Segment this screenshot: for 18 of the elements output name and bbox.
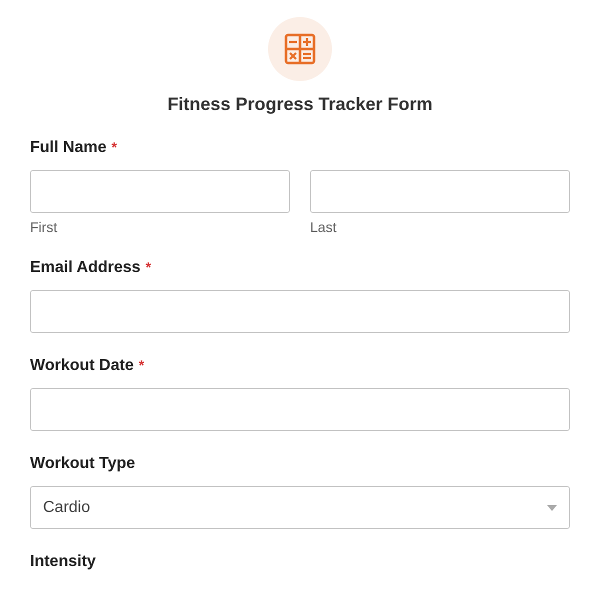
dropdown[interactable]: Cardio [30, 486, 570, 529]
form-title: Fitness Progress Tracker Form [167, 94, 433, 115]
caret-icon [547, 504, 557, 510]
required-asterisk: * [146, 259, 152, 277]
field-label: Intensity [30, 553, 96, 571]
field-label: Email Address [30, 259, 141, 277]
text-input[interactable] [310, 170, 570, 213]
sublabel: First [30, 219, 58, 235]
field-label: Workout Type [30, 455, 136, 473]
required-asterisk: * [138, 357, 144, 375]
text-input[interactable] [30, 170, 290, 213]
text-input[interactable] [30, 388, 570, 431]
field-label: Workout Date [30, 357, 134, 375]
field-label: Full Name [30, 139, 106, 157]
calculator-icon [268, 17, 332, 81]
sublabel: Last [310, 219, 338, 235]
required-asterisk: * [111, 139, 117, 157]
text-input[interactable] [30, 290, 570, 333]
